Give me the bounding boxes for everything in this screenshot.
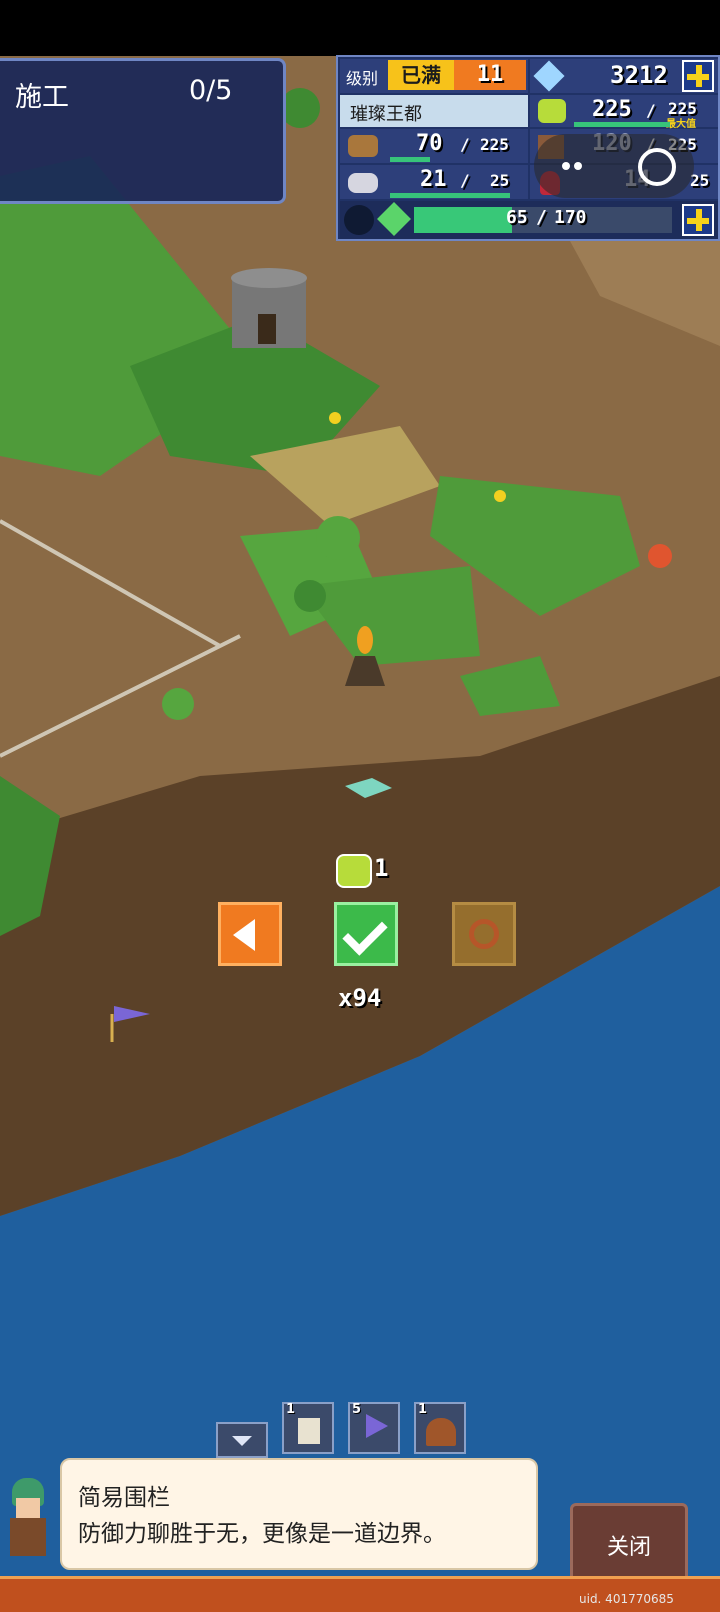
- wood-row: 70 / 225: [340, 129, 528, 163]
- exp-value: 65: [506, 207, 528, 228]
- target-icon[interactable]: [638, 148, 676, 186]
- stone-max: 25: [490, 171, 510, 190]
- wood-max: 225: [480, 135, 509, 154]
- castle-icon: [298, 1418, 320, 1444]
- status-bar-area: [0, 0, 720, 56]
- construction-panel: 施工 0/5: [0, 58, 286, 204]
- level-label: 级别: [346, 69, 379, 88]
- exp-bar-fill: [414, 207, 513, 233]
- slot-count: 5: [352, 1402, 362, 1417]
- back-button[interactable]: [218, 902, 282, 966]
- cost-value: 1: [374, 854, 389, 882]
- town-name: 璀璨王都: [350, 104, 422, 125]
- close-button[interactable]: 关闭: [570, 1503, 688, 1587]
- exp-row: 65 / 170: [340, 201, 718, 239]
- avatar-slot: [344, 205, 374, 235]
- wood-icon: [348, 135, 378, 157]
- flag-icon: [366, 1414, 388, 1438]
- gem-row: 3212: [530, 59, 718, 93]
- stone-value: 21: [420, 167, 447, 192]
- stone-bar: [390, 193, 510, 198]
- stone-icon: [348, 173, 378, 193]
- wood-value: 70: [416, 131, 443, 156]
- grass-value: 225: [592, 97, 632, 122]
- cave-icon: [426, 1418, 456, 1446]
- uid-label: uid. 401770685: [579, 1592, 674, 1606]
- floating-capsule[interactable]: [534, 134, 694, 198]
- add-gems-button[interactable]: [682, 60, 714, 92]
- item-title: 简易围栏: [78, 1485, 170, 1511]
- grass-icon: [538, 99, 566, 123]
- game-map[interactable]: [0, 56, 720, 1576]
- grass-max-tag: 最大值: [666, 119, 696, 130]
- toolbar-slot-castle[interactable]: 1: [282, 1402, 334, 1454]
- exp-gem-icon: [377, 202, 411, 236]
- rotate-icon: [469, 919, 499, 949]
- arrow-left-icon: [233, 919, 255, 951]
- exp-max: 170: [554, 207, 587, 228]
- toolbar-slot-flag[interactable]: 5: [348, 1402, 400, 1454]
- item-description-dialog: 简易围栏 防御力聊胜于无，更像是一道边界。: [60, 1458, 538, 1570]
- town-name-row: 璀璨王都: [340, 95, 528, 127]
- toolbar-slot-cave[interactable]: 1: [414, 1402, 466, 1454]
- rotate-button[interactable]: [452, 902, 516, 966]
- gem-count: 3212: [610, 61, 668, 89]
- checkmark-icon: [342, 910, 388, 956]
- grass-bar: [574, 122, 670, 127]
- slot-count: 1: [418, 1402, 428, 1417]
- more-dots-icon[interactable]: [562, 162, 570, 170]
- item-description: 防御力聊胜于无，更像是一道边界。: [78, 1521, 446, 1547]
- stone-row: 21 / 25: [340, 165, 528, 199]
- diamond-icon: [533, 60, 565, 92]
- level-value: 11: [454, 60, 526, 90]
- npc-avatar: [4, 1478, 52, 1558]
- construction-label: 施工: [15, 82, 69, 113]
- chevron-down-icon: [232, 1436, 252, 1446]
- grass-cost-icon: [336, 854, 372, 888]
- collapse-toolbar-button[interactable]: [216, 1422, 268, 1458]
- confirm-button[interactable]: [334, 902, 398, 966]
- wood-bar: [390, 157, 430, 162]
- construction-count: 0/5: [189, 75, 233, 106]
- grass-row: 225 / 225 最大值: [530, 95, 718, 130]
- slot-count: 1: [286, 1402, 296, 1417]
- placement-multiplier: x94: [338, 984, 382, 1012]
- level-max-badge: 已满: [388, 60, 454, 90]
- add-exp-button[interactable]: [682, 204, 714, 236]
- level-row: 级别 已满 11: [340, 59, 528, 93]
